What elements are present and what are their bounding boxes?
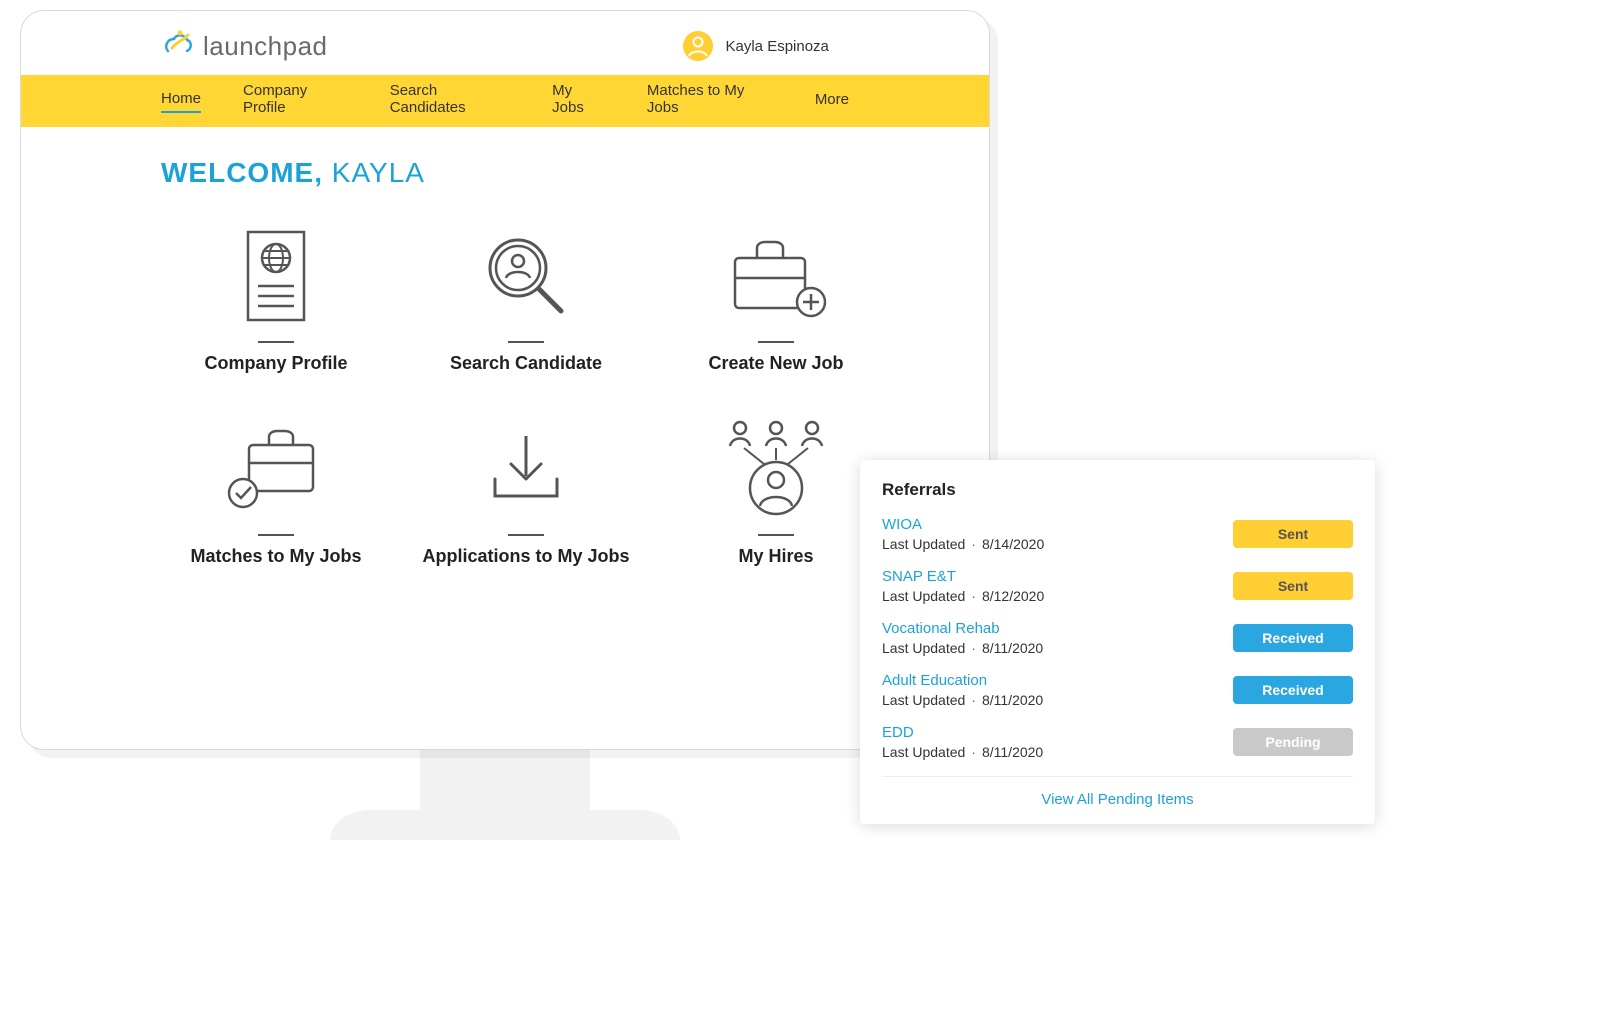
- header: launchpad Kayla Espinoza: [21, 11, 989, 75]
- tile-divider: [758, 341, 794, 343]
- monitor-base: [330, 810, 680, 840]
- tile-divider: [508, 341, 544, 343]
- tile-divider: [508, 534, 544, 536]
- status-badge-sent[interactable]: Sent: [1233, 520, 1353, 548]
- tile-company-profile[interactable]: Company Profile: [151, 221, 401, 374]
- nav-my-jobs[interactable]: My Jobs: [552, 82, 605, 120]
- status-badge-received[interactable]: Received: [1233, 624, 1353, 652]
- referral-link-edd[interactable]: EDD: [882, 724, 1233, 741]
- person-magnifier-icon: [476, 221, 576, 331]
- tile-label: Search Candidate: [450, 353, 602, 374]
- download-tray-icon: [481, 414, 571, 524]
- referral-row: EDD Last Updated·8/11/2020 Pending: [882, 718, 1353, 770]
- referral-meta: Last Updated·8/11/2020: [882, 640, 1233, 656]
- tile-label: Applications to My Jobs: [422, 546, 629, 567]
- nav-more[interactable]: More: [815, 91, 849, 112]
- logo[interactable]: launchpad: [161, 29, 328, 63]
- referral-meta: Last Updated·8/14/2020: [882, 536, 1233, 552]
- nav-search-candidates[interactable]: Search Candidates: [390, 82, 510, 120]
- tile-label: Matches to My Jobs: [190, 546, 361, 567]
- logo-text: launchpad: [203, 31, 328, 62]
- document-globe-icon: [236, 221, 316, 331]
- referral-link-wioa[interactable]: WIOA: [882, 516, 1233, 533]
- tile-label: My Hires: [738, 546, 813, 567]
- referral-row: Adult Education Last Updated·8/11/2020 R…: [882, 666, 1353, 718]
- view-all-link[interactable]: View All Pending Items: [882, 791, 1353, 808]
- monitor-frame: launchpad Kayla Espinoza Home Company Pr…: [20, 10, 990, 750]
- tile-divider: [758, 534, 794, 536]
- welcome-prefix: WELCOME,: [161, 157, 332, 188]
- referral-link-adulted[interactable]: Adult Education: [882, 672, 1233, 689]
- welcome-name: KAYLA: [332, 157, 425, 188]
- referral-meta: Last Updated·8/11/2020: [882, 744, 1233, 760]
- briefcase-check-icon: [221, 414, 331, 524]
- tile-create-new-job[interactable]: Create New Job: [651, 221, 901, 374]
- tile-divider: [258, 341, 294, 343]
- status-badge-received[interactable]: Received: [1233, 676, 1353, 704]
- logo-icon: [161, 29, 195, 63]
- referral-row: Vocational Rehab Last Updated·8/11/2020 …: [882, 614, 1353, 666]
- monitor-stand: [420, 748, 590, 818]
- avatar-icon: [682, 30, 714, 62]
- status-badge-pending[interactable]: Pending: [1233, 728, 1353, 756]
- nav-home[interactable]: Home: [161, 90, 201, 113]
- tile-search-candidate[interactable]: Search Candidate: [401, 221, 651, 374]
- user-name: Kayla Espinoza: [726, 38, 829, 55]
- people-network-icon: [716, 414, 836, 524]
- tile-matches-my-jobs[interactable]: Matches to My Jobs: [151, 414, 401, 567]
- user-block[interactable]: Kayla Espinoza: [682, 30, 829, 62]
- referral-row: SNAP E&T Last Updated·8/12/2020 Sent: [882, 562, 1353, 614]
- tile-grid: Company Profile Search Candidate: [21, 201, 989, 587]
- divider: [882, 776, 1353, 777]
- tile-label: Company Profile: [204, 353, 347, 374]
- nav-matches-my-jobs[interactable]: Matches to My Jobs: [647, 82, 773, 120]
- nav-company-profile[interactable]: Company Profile: [243, 82, 348, 120]
- briefcase-plus-icon: [721, 221, 831, 331]
- status-badge-sent[interactable]: Sent: [1233, 572, 1353, 600]
- tile-divider: [258, 534, 294, 536]
- referral-meta: Last Updated·8/11/2020: [882, 692, 1233, 708]
- welcome-heading: WELCOME, KAYLA: [21, 127, 989, 201]
- referral-row: WIOA Last Updated·8/14/2020 Sent: [882, 510, 1353, 562]
- referrals-panel: Referrals WIOA Last Updated·8/14/2020 Se…: [860, 460, 1375, 824]
- tile-label: Create New Job: [708, 353, 843, 374]
- referral-link-snap[interactable]: SNAP E&T: [882, 568, 1233, 585]
- referral-link-vocrehab[interactable]: Vocational Rehab: [882, 620, 1233, 637]
- navbar: Home Company Profile Search Candidates M…: [21, 75, 989, 127]
- referral-meta: Last Updated·8/12/2020: [882, 588, 1233, 604]
- referrals-title: Referrals: [882, 480, 1353, 500]
- tile-applications-my-jobs[interactable]: Applications to My Jobs: [401, 414, 651, 567]
